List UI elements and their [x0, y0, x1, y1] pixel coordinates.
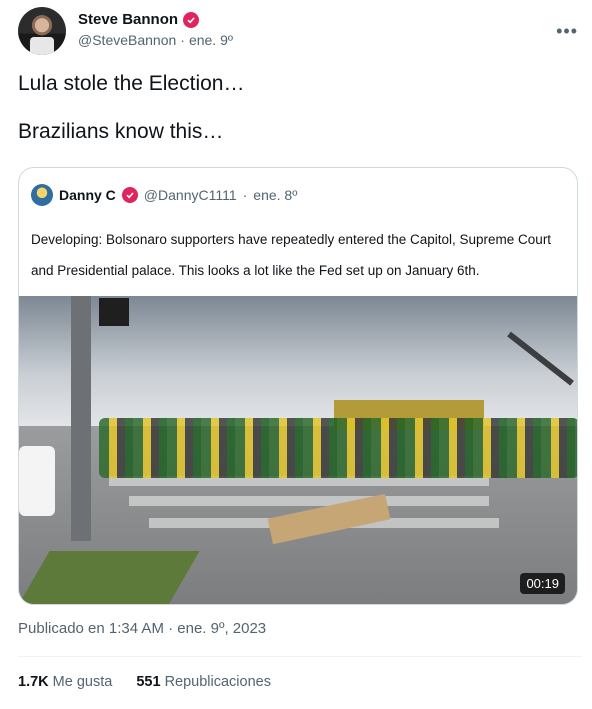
tweet-text: Lula stole the Election… Brazilians know…	[18, 72, 574, 144]
verified-badge-icon	[121, 187, 138, 203]
quoted-author-handle: @DannyC1111	[143, 187, 237, 203]
tweet-header: Steve Bannon @SteveBannon · ene. 9º •••	[18, 7, 578, 59]
author-name-row: Steve Bannon	[78, 11, 200, 28]
quoted-meta-separator: ·	[242, 187, 248, 203]
quoted-author-name: Danny C	[59, 187, 116, 203]
quoted-tweet-header: Danny C @DannyC1111 · ene. 8º	[31, 184, 297, 206]
meta-separator: ·	[180, 32, 185, 48]
likes-label: Me gusta	[52, 674, 113, 690]
video-frame-pole	[71, 296, 91, 541]
post-timestamp[interactable]: Publicado en 1:34 AM · ene. 9º, 2023	[18, 620, 266, 637]
video-duration-badge: 00:19	[520, 573, 565, 594]
quoted-tweet[interactable]: Danny C @DannyC1111 · ene. 8º Developing…	[18, 167, 578, 605]
more-horizontal-icon[interactable]: •••	[556, 21, 578, 42]
likes-count: 1.7K	[18, 674, 49, 690]
tweet-date[interactable]: ene. 9º	[189, 32, 233, 48]
video-player[interactable]: 00:19	[19, 296, 577, 604]
quoted-tweet-date: ene. 8º	[253, 187, 298, 203]
video-frame-grass	[19, 551, 200, 604]
reposts-stat[interactable]: 551 Republicaciones	[136, 674, 271, 690]
verified-badge-icon	[183, 11, 200, 28]
tweet-text-line-2: Brazilians know this…	[18, 120, 224, 143]
quoted-tweet-text: Developing: Bolsonaro supporters have re…	[31, 232, 552, 278]
video-frame-crowd	[99, 418, 577, 478]
author-avatar[interactable]	[18, 7, 66, 55]
reposts-count: 551	[136, 674, 161, 690]
author-handle[interactable]: @SteveBannon	[78, 32, 176, 48]
quoted-author-avatar	[31, 184, 53, 206]
engagement-stats: 1.7K Me gusta 551 Republicaciones	[18, 674, 271, 690]
reposts-label: Republicaciones	[164, 674, 271, 690]
video-frame-car	[19, 446, 55, 516]
traffic-light-icon	[99, 298, 129, 326]
tweet-text-line-1: Lula stole the Election…	[18, 72, 245, 95]
likes-stat[interactable]: 1.7K Me gusta	[18, 674, 112, 690]
author-meta: @SteveBannon · ene. 9º	[78, 32, 233, 48]
divider	[18, 656, 582, 657]
author-name[interactable]: Steve Bannon	[78, 11, 178, 28]
